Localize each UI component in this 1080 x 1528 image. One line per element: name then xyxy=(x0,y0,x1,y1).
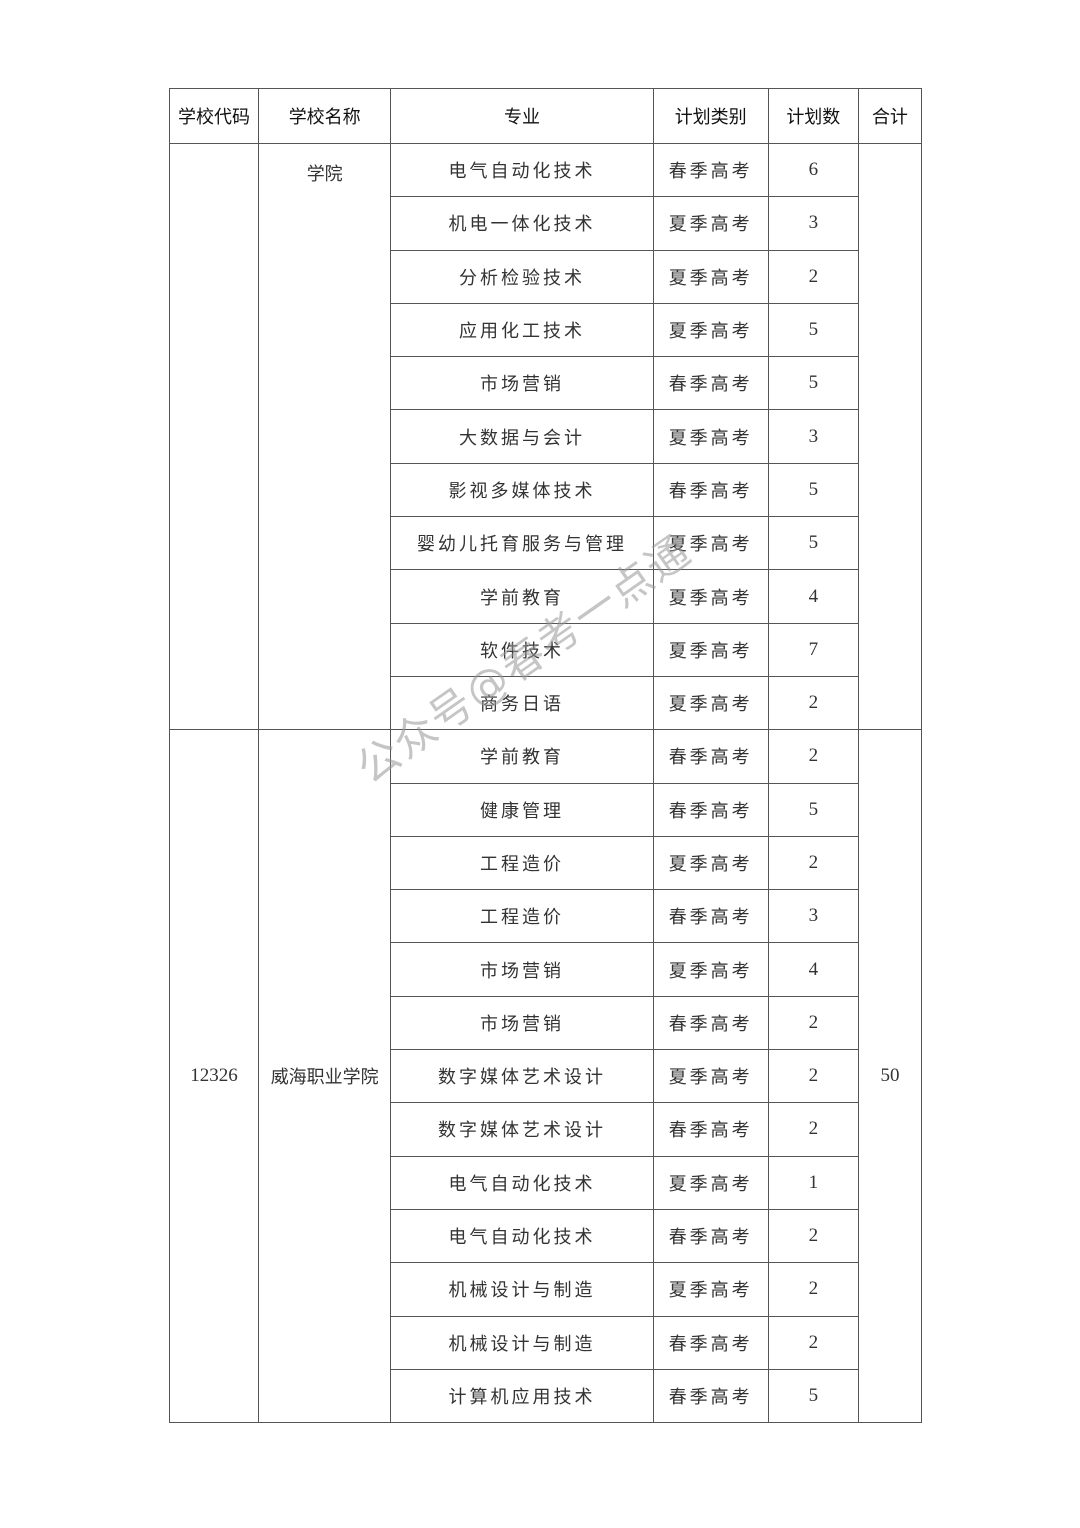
plan-category-cell: 夏季高考 xyxy=(652,409,769,464)
table-body: 学院 电气自动化技术 春季高考 6 机电一体化技术 夏季高考 3 分析检验技术 夏季高考 2 应用化… xyxy=(168,142,923,1424)
plan-category-cell: 春季高考 xyxy=(652,782,769,837)
plan-count-cell: 1 xyxy=(767,1155,859,1210)
major-cell: 婴幼儿托育服务与管理 xyxy=(390,516,654,571)
plan-category-cell: 夏季高考 xyxy=(652,942,769,997)
major-cell: 学前教育 xyxy=(390,569,654,624)
major-cell: 软件技术 xyxy=(390,622,654,677)
plan-category-cell: 春季高考 xyxy=(652,142,769,198)
major-cell: 数字媒体艺术设计 xyxy=(390,1049,654,1104)
plan-category-cell: 夏季高考 xyxy=(652,302,769,358)
plan-category-cell: 春季高考 xyxy=(652,889,769,944)
major-cell: 市场营销 xyxy=(390,995,654,1051)
table-row: 12326 威海职业学院 学前教育 春季高考 2 50 xyxy=(168,729,923,1424)
header-school-code: 学校代码 xyxy=(168,88,260,144)
plan-count-cell: 3 xyxy=(767,409,859,464)
plan-count-cell: 4 xyxy=(767,569,859,624)
header-total: 合计 xyxy=(857,88,923,144)
header-row: 学校代码 学校名称 专业 计划类别 计划数 合计 xyxy=(168,88,923,144)
plan-category-cell: 春季高考 xyxy=(652,356,769,411)
school-name-cell: 学院 xyxy=(258,142,392,731)
plan-category-cell: 夏季高考 xyxy=(652,249,769,304)
major-cell: 学前教育 xyxy=(390,729,654,784)
plan-count-cell: 2 xyxy=(767,835,859,891)
major-cell: 商务日语 xyxy=(390,675,654,731)
plan-count-cell: 5 xyxy=(767,302,859,358)
plan-count-cell: 2 xyxy=(767,1315,859,1370)
major-cell: 市场营销 xyxy=(390,942,654,997)
plan-category-cell: 夏季高考 xyxy=(652,1049,769,1104)
plan-count-cell: 2 xyxy=(767,995,859,1051)
school-code-cell xyxy=(168,142,260,731)
major-cell: 机械设计与制造 xyxy=(390,1315,654,1370)
plan-count-cell: 6 xyxy=(767,142,859,198)
total-cell: 50 xyxy=(857,729,923,1424)
total-cell xyxy=(857,142,923,731)
plan-count-cell: 5 xyxy=(767,516,859,571)
plan-category-cell: 夏季高考 xyxy=(652,675,769,731)
plan-count-cell: 7 xyxy=(767,622,859,677)
plan-category-cell: 春季高考 xyxy=(652,1102,769,1157)
plan-category-cell: 春季高考 xyxy=(652,995,769,1051)
plan-category-cell: 夏季高考 xyxy=(652,835,769,891)
major-cell: 工程造价 xyxy=(390,835,654,891)
plan-count-cell: 2 xyxy=(767,1208,859,1264)
major-cell: 市场营销 xyxy=(390,356,654,411)
plan-count-cell: 5 xyxy=(767,462,859,518)
plan-count-cell: 2 xyxy=(767,249,859,304)
major-cell: 大数据与会计 xyxy=(390,409,654,464)
plan-category-cell: 春季高考 xyxy=(652,1208,769,1264)
header-plan-category: 计划类别 xyxy=(652,88,769,144)
plan-category-cell: 春季高考 xyxy=(652,729,769,784)
major-cell: 分析检验技术 xyxy=(390,249,654,304)
plan-category-cell: 春季高考 xyxy=(652,1368,769,1424)
major-cell: 工程造价 xyxy=(390,889,654,944)
major-cell: 影视多媒体技术 xyxy=(390,462,654,518)
plan-category-cell: 春季高考 xyxy=(652,1315,769,1370)
plan-category-cell: 夏季高考 xyxy=(652,196,769,251)
plan-count-cell: 2 xyxy=(767,729,859,784)
plan-category-cell: 夏季高考 xyxy=(652,516,769,571)
plan-count-cell: 5 xyxy=(767,1368,859,1424)
plan-category-cell: 夏季高考 xyxy=(652,569,769,624)
enrollment-plan-table: 学校代码 学校名称 专业 计划类别 计划数 合计 学院 电气自动化技术 春季高考 6 机… xyxy=(168,88,923,1424)
plan-category-cell: 夏季高考 xyxy=(652,622,769,677)
plan-count-cell: 5 xyxy=(767,782,859,837)
plan-count-cell: 2 xyxy=(767,1262,859,1317)
major-cell: 计算机应用技术 xyxy=(390,1368,654,1424)
major-cell: 机械设计与制造 xyxy=(390,1262,654,1317)
plan-count-cell: 3 xyxy=(767,889,859,944)
major-cell: 电气自动化技术 xyxy=(390,1208,654,1264)
plan-category-cell: 夏季高考 xyxy=(652,1262,769,1317)
header-major: 专业 xyxy=(390,88,654,144)
major-cell: 健康管理 xyxy=(390,782,654,837)
plan-count-cell: 2 xyxy=(767,1049,859,1104)
header-plan-count: 计划数 xyxy=(767,88,859,144)
major-cell: 数字媒体艺术设计 xyxy=(390,1102,654,1157)
major-cell: 电气自动化技术 xyxy=(390,1155,654,1210)
plan-category-cell: 夏季高考 xyxy=(652,1155,769,1210)
header-school-name: 学校名称 xyxy=(258,88,392,144)
table-row: 学院 电气自动化技术 春季高考 6 xyxy=(168,142,923,731)
school-code-cell: 12326 xyxy=(168,729,260,1424)
plan-category-cell: 春季高考 xyxy=(652,462,769,518)
plan-count-cell: 5 xyxy=(767,356,859,411)
major-cell: 电气自动化技术 xyxy=(390,142,654,198)
plan-count-cell: 3 xyxy=(767,196,859,251)
school-name-cell: 威海职业学院 xyxy=(258,729,392,1424)
plan-count-cell: 4 xyxy=(767,942,859,997)
plan-count-cell: 2 xyxy=(767,1102,859,1157)
major-cell: 应用化工技术 xyxy=(390,302,654,358)
major-cell: 机电一体化技术 xyxy=(390,196,654,251)
plan-count-cell: 2 xyxy=(767,675,859,731)
